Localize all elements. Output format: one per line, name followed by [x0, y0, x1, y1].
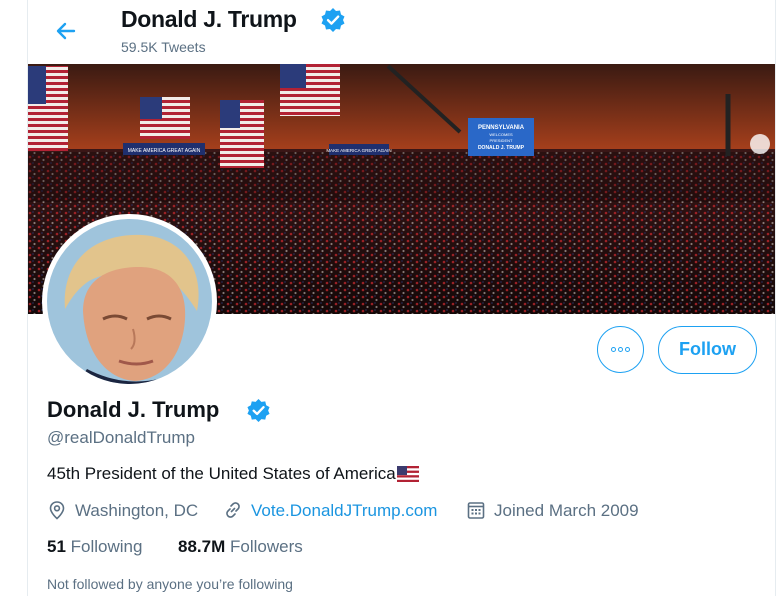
tweet-count: 59.5K Tweets: [121, 39, 206, 55]
more-dots-icon: [625, 347, 630, 352]
banner-screen-text: DONALD J. TRUMP: [478, 145, 525, 151]
banner-screen-text: PENNSYLVANIA: [478, 125, 525, 131]
following-label: Following: [70, 537, 143, 556]
calendar-icon: [467, 502, 485, 519]
banner-screen-text: PRESIDENT: [490, 138, 513, 143]
more-dots-icon: [611, 347, 616, 352]
profile-bio: 45th President of the United States of A…: [47, 464, 419, 487]
not-followed-notice: Not followed by anyone you’re following: [47, 576, 293, 592]
banner-sign-text: MAKE AMERICA GREAT AGAIN: [128, 148, 201, 154]
joined-text: Joined March 2009: [494, 501, 639, 520]
profile-joined-date: Joined March 2009: [466, 500, 639, 521]
verified-badge-icon: [320, 7, 346, 33]
profile-avatar[interactable]: [42, 214, 217, 389]
more-options-button[interactable]: [597, 326, 644, 373]
location-text: Washington, DC: [75, 501, 199, 520]
more-dots-icon: [618, 347, 623, 352]
followers-label: Followers: [229, 537, 303, 556]
column-border-right: [775, 0, 776, 596]
profile-name: Donald J. Trump: [47, 397, 220, 422]
following-count: 51: [47, 537, 66, 556]
banner-screen-text: WELCOMES: [489, 132, 513, 137]
header-name: Donald J. Trump: [121, 6, 297, 32]
us-flag-icon: [396, 466, 419, 487]
following-stat[interactable]: 51 Following: [47, 537, 142, 557]
bio-text: 45th President of the United States of A…: [47, 464, 396, 483]
profile-website[interactable]: Vote.DonaldJTrump.com: [223, 500, 437, 521]
follow-button[interactable]: Follow: [658, 326, 757, 374]
back-arrow-icon[interactable]: [52, 17, 80, 45]
followers-stat[interactable]: 88.7M Followers: [178, 537, 303, 557]
followers-count: 88.7M: [178, 537, 226, 556]
profile-location: Washington, DC: [47, 500, 198, 521]
banner-sign-text: MAKE AMERICA GREAT AGAIN: [326, 148, 391, 153]
verified-badge-icon: [246, 398, 271, 423]
profile-handle: @realDonaldTrump: [47, 428, 195, 447]
location-pin-icon: [49, 501, 65, 520]
website-link[interactable]: Vote.DonaldJTrump.com: [251, 501, 437, 520]
link-icon: [226, 502, 240, 518]
